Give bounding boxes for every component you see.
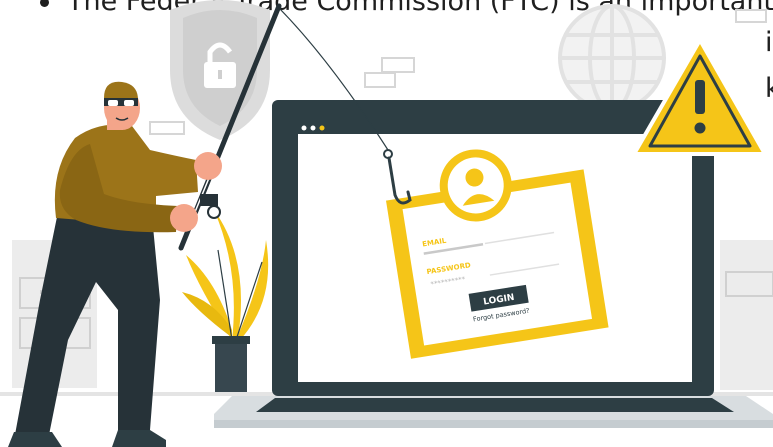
background-cabinet-right	[720, 240, 773, 390]
potted-plant	[182, 210, 269, 392]
slide-canvas: The Federal Trade Commission (FTC) is an…	[0, 0, 773, 447]
globe-icon	[558, 4, 666, 112]
phishing-illustration: EMAIL PASSWORD ********** LOGIN Forgot p…	[0, 0, 773, 447]
